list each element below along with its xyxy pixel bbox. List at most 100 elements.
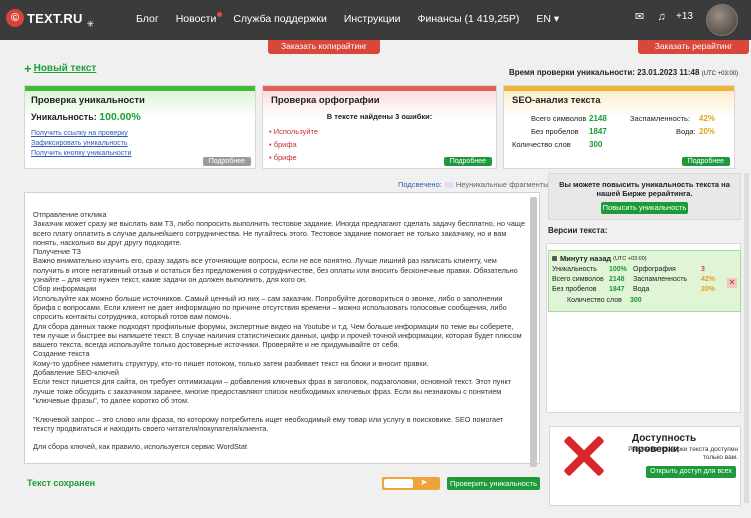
version-nospace-label: Без пробелов [552, 286, 597, 293]
version-water-label: Вода [633, 286, 650, 293]
version-uniq-label: Уникальность [552, 266, 597, 273]
version-words-label: Количество слов [567, 297, 622, 304]
nav-finance[interactable]: Финансы (1 419,25Р) [418, 13, 520, 25]
spelling-error[interactable]: • брифа [269, 140, 297, 149]
check-time-tz: (UTC +03:00) [701, 71, 739, 77]
send-icon: ➤ [420, 477, 428, 487]
order-rewriting-button[interactable]: Заказать рерайтинг [638, 40, 749, 54]
editor-paragraph: Получение ТЗ [33, 247, 81, 257]
mail-icon[interactable]: ✉ [632, 9, 647, 24]
top-bar: © TEXT.RU ✳ Блог Новости Служба поддержк… [0, 0, 751, 40]
editor-paragraph: Важно внимательно изучить его, сразу зад… [33, 256, 518, 285]
uniqueness-title: Проверка уникальности [31, 95, 145, 106]
uniqueness-value-row: Уникальность: 100.00% [31, 111, 141, 123]
uniqueness-card: Проверка уникальности Уникальность: 100.… [24, 85, 256, 169]
versions-label: Версии текста: [548, 226, 608, 235]
new-text-link[interactable]: + Новый текст [24, 62, 97, 75]
card-accent-bar [263, 86, 496, 91]
cross-icon [561, 433, 605, 477]
editor-paragraph: Кому-то удобнее наметить структуру, кто-… [33, 358, 429, 368]
order-copywriting-button[interactable]: Заказать копирайтинг [268, 40, 380, 54]
editor-paragraph: Для сбора данных также подходят профильн… [33, 321, 522, 350]
seo-title: SEO-анализ текста [512, 95, 601, 106]
avatar[interactable] [706, 4, 738, 36]
raise-uniqueness-button[interactable]: Повысить уникальность [601, 202, 688, 214]
version-chars-label: Всего символов [552, 276, 604, 283]
seo-nospace-label: Без пробелов [531, 127, 579, 136]
editor-paragraph: Сбор информации [33, 284, 97, 294]
spelling-error[interactable]: • брифе [269, 153, 297, 162]
seo-more-button[interactable]: Подробнее [681, 157, 730, 166]
lock-icon [552, 256, 557, 261]
send-toggle[interactable]: ➤ [382, 477, 440, 490]
seo-spam-label: Заспамленность: [630, 114, 691, 123]
uniqueness-value: 100.00% [99, 111, 141, 123]
spelling-more-button[interactable]: Подробнее [443, 157, 492, 166]
toggle-knob [384, 479, 413, 488]
version-item[interactable]: Минуту назад (UTC +03:00) Уникальность 1… [548, 250, 741, 312]
seo-nospace-value: 1847 [589, 127, 607, 136]
nav-news[interactable]: Новости [176, 12, 223, 25]
seo-spam-value: 42% [699, 114, 716, 123]
spelling-error-text: брифе [273, 153, 297, 162]
editor-paragraph: "Ключевой запрос – это слово или фраза, … [33, 414, 504, 433]
seo-water-label: Вода: [676, 127, 696, 136]
nav-language[interactable]: EN ▾ [536, 13, 559, 25]
nav-support[interactable]: Служба поддержки [233, 13, 326, 25]
text-editor[interactable]: Отправление отклика Заказчик может сразу … [24, 192, 540, 467]
versions-list: Минуту назад (UTC +03:00) Уникальность 1… [546, 243, 741, 413]
main-nav: Блог Новости Служба поддержки Инструкции… [136, 12, 576, 25]
check-time-label: Время проверки уникальности: 23.01.2023 … [509, 68, 700, 77]
user-count[interactable]: +13 [676, 11, 693, 22]
card-accent-bar [504, 86, 734, 91]
spelling-error-text: Используйте [273, 127, 319, 136]
editor-paragraph: Для сбора ключей, как правило, используе… [33, 442, 247, 452]
uniqueness-label: Уникальность: [31, 112, 97, 122]
snowflake-icon: ✳ [86, 18, 95, 29]
open-access-button[interactable]: Открыть доступ для всех [646, 466, 736, 478]
spelling-error[interactable]: • Используйте [269, 127, 318, 136]
spelling-title: Проверка орфографии [271, 95, 380, 106]
nonunique-label: Неуникальные фрагменты [455, 180, 549, 189]
editor-paragraph [33, 405, 525, 414]
check-time: Время проверки уникальности: 23.01.2023 … [509, 68, 738, 77]
version-chars-value: 2148 [609, 276, 625, 283]
seo-water-value: 20% [699, 127, 716, 136]
nav-blog[interactable]: Блог [136, 13, 159, 25]
nav-instructions[interactable]: Инструкции [344, 13, 401, 25]
access-subtitle: Результат проверки текста доступен тольк… [628, 446, 738, 461]
language-label: EN [536, 13, 551, 25]
card-accent-bar [25, 86, 255, 91]
uniqueness-more-button[interactable]: Подробнее [202, 157, 251, 166]
notification-dot [217, 12, 223, 17]
seo-words-value: 300 [589, 140, 603, 149]
editor-paragraph: Заказчик может сразу же выслать вам ТЗ, … [33, 219, 525, 247]
version-spam-label: Заспамленность [633, 276, 688, 283]
version-spam-value: 42% [701, 276, 716, 283]
editor-scrollbar[interactable] [530, 197, 537, 467]
version-words-value: 300 [630, 297, 642, 304]
highlight-legend: Подсвечено: Неуникальные фрагменты [398, 180, 549, 189]
get-link-link[interactable]: Получить ссылку на проверку [31, 130, 128, 137]
chevron-down-icon: ▾ [553, 13, 560, 25]
get-button-link[interactable]: Получить кнопку уникальности [31, 150, 131, 157]
seo-words-label: Количество слов [512, 140, 571, 149]
side-scrollbar[interactable] [744, 173, 749, 503]
editor-paragraph: Добавление SEO-ключей [33, 368, 119, 378]
editor-paragraph: Используйте как можно больше источников.… [33, 293, 507, 322]
logo[interactable]: © TEXT.RU ✳ [6, 9, 95, 29]
version-spell-label: Орфография [633, 266, 676, 273]
fix-uniqueness-link[interactable]: Зафиксировать уникальность [31, 140, 128, 147]
editor-text[interactable]: Отправление отклика Заказчик может сразу … [33, 210, 525, 452]
editor-paragraph: Если текст пишется для сайта, он требует… [33, 377, 512, 405]
new-text-label: Новый текст [33, 63, 97, 74]
raise-text: Вы можете повысить уникальность текста н… [559, 180, 730, 198]
access-box: Доступность проверки Результат проверки … [549, 426, 741, 506]
seo-card: SEO-анализ текста Всего символов 2148 Бе… [503, 85, 735, 169]
check-uniqueness-button[interactable]: Проверить уникальность [447, 477, 540, 490]
editor-scroll-thumb[interactable] [530, 197, 537, 467]
delete-version-icon[interactable]: ✕ [727, 278, 737, 288]
bell-icon[interactable]: ♫ [654, 9, 669, 24]
spelling-card: Проверка орфографии В тексте найдены 3 о… [262, 85, 497, 169]
version-nospace-value: 1847 [609, 286, 625, 293]
